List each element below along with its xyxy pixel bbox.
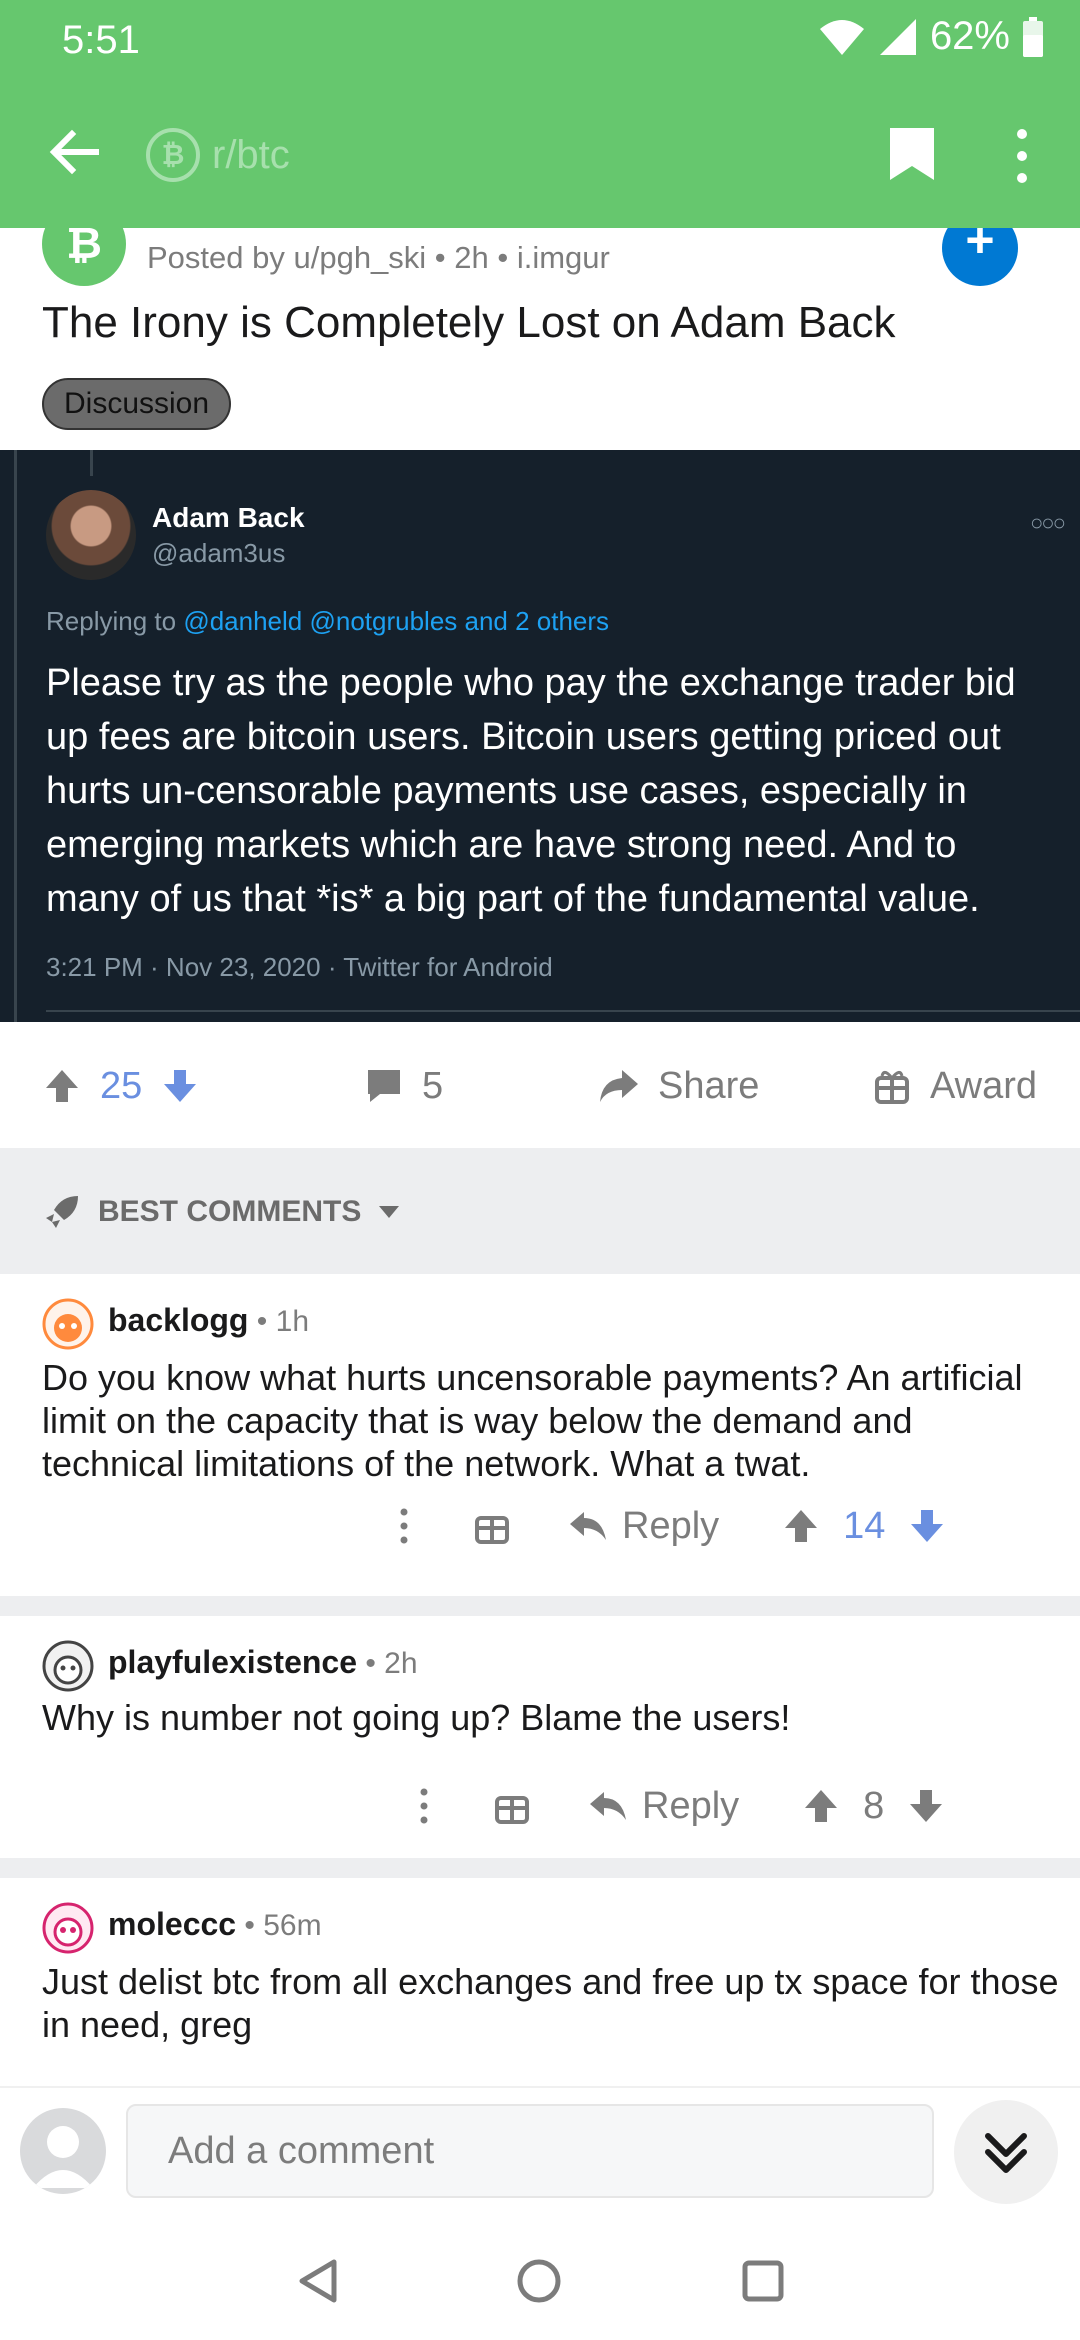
bitcoin-icon: ₿ [146, 128, 200, 182]
upvote-icon[interactable] [781, 1506, 821, 1546]
comment-time: • 1h [248, 1305, 310, 1338]
tweet-thread-line [90, 450, 93, 476]
more-options-icon[interactable] [402, 1784, 446, 1828]
share-icon [600, 1070, 638, 1102]
post-header: ₿ + Posted by u/pgh_ski • 2h • i.imgur T… [0, 202, 1080, 450]
reply-arrow-icon [570, 1512, 606, 1540]
comment-time: • 56m [236, 1909, 322, 1942]
award-label: Award [930, 1064, 1038, 1107]
sort-label: BEST COMMENTS [98, 1195, 362, 1228]
comment-author-name: moleccc [108, 1906, 237, 1942]
jump-to-next-comment-button[interactable] [954, 2100, 1058, 2204]
tweet-author-handle: @adam3us [152, 538, 286, 568]
subreddit-name: r/btc [212, 132, 290, 177]
reply-label: Reply [622, 1504, 720, 1547]
rocket-icon [46, 1196, 78, 1228]
double-chevron-down-icon [985, 2133, 1027, 2173]
post-action-bar: 25 5 Share Award [0, 1022, 1080, 1148]
battery-percent: 62% [929, 14, 1010, 58]
comment-vote-count: 14 [843, 1504, 886, 1547]
subreddit-chip[interactable]: ₿ r/btc [146, 128, 290, 182]
post-flair[interactable]: Discussion [42, 378, 232, 430]
comment-count: 5 [422, 1064, 444, 1107]
nav-recents-icon[interactable] [738, 2256, 788, 2306]
downvote-icon[interactable] [906, 1786, 946, 1826]
post-image-tweet[interactable]: Adam Back @adam3us ○○○ Replying to @danh… [0, 450, 1080, 1022]
tweet-author-name: Adam Back [152, 502, 305, 533]
comment-item: playfulexistence • 2h Why is number not … [0, 1616, 1080, 1858]
award-button[interactable]: Award [872, 1058, 1037, 1114]
comment-actions: Reply 14 [382, 1496, 947, 1556]
comment-author-name: playfulexistence [108, 1644, 357, 1680]
tweet-replying-prefix: Replying to [46, 606, 184, 636]
signal-icon [879, 18, 916, 55]
current-user-avatar[interactable] [20, 2108, 106, 2194]
share-label: Share [658, 1064, 760, 1107]
comment-vote-count: 8 [863, 1784, 885, 1827]
downvote-icon[interactable] [160, 1066, 200, 1106]
comment-composer: Add a comment [0, 2086, 1080, 2216]
reply-arrow-icon [590, 1792, 626, 1820]
comment-author[interactable]: playfulexistence • 2h [108, 1644, 418, 1681]
upvote-icon[interactable] [42, 1066, 82, 1106]
comment-author[interactable]: moleccc • 56m [108, 1906, 322, 1943]
gift-icon [875, 1071, 909, 1104]
tweet-divider [46, 1010, 1080, 1012]
comment-actions: Reply 8 [402, 1776, 946, 1836]
nav-home-icon[interactable] [514, 2256, 564, 2306]
more-options-icon[interactable] [1010, 126, 1034, 186]
chevron-down-icon [379, 1206, 400, 1218]
nav-back-icon[interactable] [294, 2256, 344, 2306]
battery-icon [1023, 16, 1043, 57]
status-time: 5:51 [62, 18, 140, 62]
post-vote-count: 25 [100, 1064, 143, 1107]
user-avatar-icon[interactable] [42, 1640, 94, 1692]
post-title: The Irony is Completely Lost on Adam Bac… [42, 298, 896, 347]
tweet-timestamp: 3:21 PM · Nov 23, 2020 · Twitter for And… [46, 952, 553, 982]
comment-author-name: backlogg [108, 1302, 249, 1338]
comments-button[interactable]: 5 [364, 1058, 443, 1114]
share-button[interactable]: Share [596, 1058, 759, 1114]
comment-sort-bar: BEST COMMENTS [0, 1148, 1080, 1274]
wifi-icon [819, 19, 864, 55]
tweet-more-icon: ○○○ [1030, 510, 1066, 535]
tweet-replying-to: Replying to @danheld @notgrubles and 2 o… [46, 606, 609, 637]
user-avatar-icon[interactable] [42, 1298, 94, 1350]
vote-group: 25 [42, 1058, 200, 1114]
gift-icon[interactable] [492, 1786, 532, 1826]
comment-time: • 2h [357, 1647, 418, 1680]
tweet-replying-mentions: @danheld @notgrubles and 2 others [183, 606, 610, 636]
comment-divider [0, 1596, 1080, 1616]
comment-body: Do you know what hurts uncensorable paym… [42, 1357, 1023, 1484]
system-nav-bar [0, 2216, 1080, 2340]
reply-button[interactable]: Reply [568, 1505, 719, 1548]
comment-body: Why is number not going up? Blame the us… [42, 1697, 791, 1738]
post-meta[interactable]: Posted by u/pgh_ski • 2h • i.imgur [147, 240, 610, 276]
comment-body: Just delist btc from all exchanges and f… [42, 1961, 1059, 2045]
person-icon [33, 2126, 93, 2188]
comment-divider [0, 1858, 1080, 1878]
back-arrow-icon[interactable] [42, 120, 106, 184]
add-comment-input[interactable]: Add a comment [126, 2104, 934, 2198]
user-avatar-icon[interactable] [42, 1902, 94, 1954]
bookmark-icon[interactable] [886, 126, 938, 182]
tweet-thread-border [14, 450, 17, 1022]
tweet-text: Please try as the people who pay the exc… [46, 662, 1016, 920]
status-icons: 62% [818, 14, 1044, 59]
comment-author[interactable]: backlogg • 1h [108, 1302, 309, 1339]
reply-button[interactable]: Reply [588, 1785, 739, 1828]
sort-dropdown[interactable]: BEST COMMENTS [42, 1192, 401, 1232]
tweet-avatar [46, 490, 136, 580]
downvote-icon[interactable] [907, 1506, 947, 1546]
gift-icon[interactable] [472, 1506, 512, 1546]
more-options-icon[interactable] [382, 1504, 426, 1548]
upvote-icon[interactable] [801, 1786, 841, 1826]
comment-item: backlogg • 1h Do you know what hurts unc… [0, 1274, 1080, 1596]
app-top-bar: 5:51 62% ₿ r/btc [0, 0, 1080, 228]
comment-item: moleccc • 56m Just delist btc from all e… [0, 1878, 1080, 2086]
reply-label: Reply [642, 1784, 740, 1827]
comment-icon [368, 1070, 400, 1102]
